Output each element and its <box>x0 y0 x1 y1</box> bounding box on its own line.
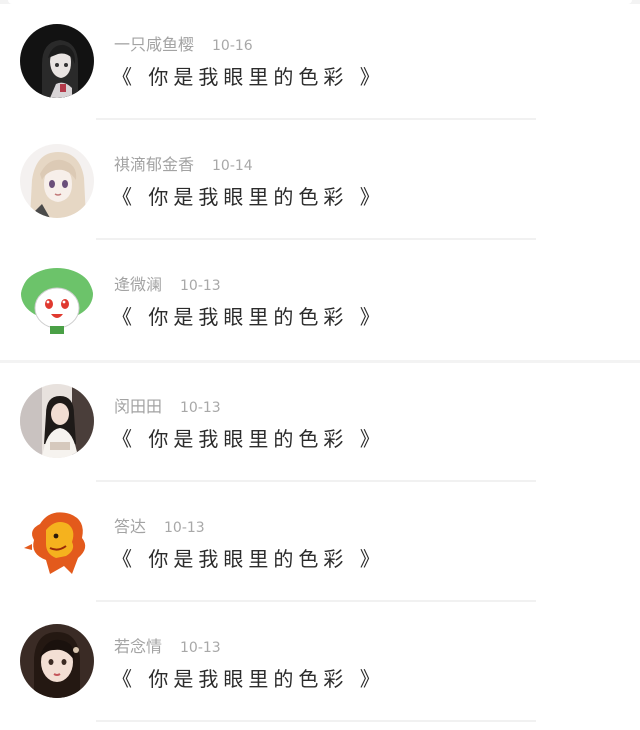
comment-item[interactable]: 闵田田 10-13 《 你是我眼里的色彩 》 <box>0 362 640 482</box>
comment-text: 《 你是我眼里的色彩 》 <box>112 305 385 329</box>
username[interactable]: 闵田田 <box>114 397 162 416</box>
comment-meta: 闵田田 10-13 <box>114 396 221 418</box>
fire-lion-avatar[interactable] <box>20 504 94 578</box>
comment-meta: 逄微澜 10-13 <box>114 274 221 296</box>
anime-girl-blonde-avatar[interactable] <box>20 144 94 218</box>
comment-text: 《 你是我眼里的色彩 》 <box>112 185 385 209</box>
username[interactable]: 若念情 <box>114 637 162 656</box>
comment-date: 10-13 <box>164 520 205 536</box>
comment-text: 《 你是我眼里的色彩 》 <box>112 547 385 571</box>
illustrated-woman-avatar[interactable] <box>20 624 94 698</box>
comment-item[interactable]: 逄微澜 10-13 《 你是我眼里的色彩 》 <box>0 240 640 360</box>
comment-date: 10-13 <box>180 278 221 294</box>
comment-item[interactable]: 答达 10-13 《 你是我眼里的色彩 》 <box>0 482 640 602</box>
comment-text: 《 你是我眼里的色彩 》 <box>112 667 385 691</box>
username[interactable]: 祺滴郁金香 <box>114 155 194 174</box>
comment-list-screen: 一只咸鱼樱 10-16 《 你是我眼里的色彩 》 祺滴郁金香 10-14 《 你… <box>0 0 640 730</box>
username[interactable]: 逄微澜 <box>114 275 162 294</box>
username[interactable]: 答达 <box>114 517 146 536</box>
comment-meta: 答达 10-13 <box>114 516 205 538</box>
woman-photo-avatar[interactable] <box>20 384 94 458</box>
comment-item[interactable]: 若念情 10-13 《 你是我眼里的色彩 》 <box>0 602 640 722</box>
divider <box>96 720 536 722</box>
comment-text: 《 你是我眼里的色彩 》 <box>112 65 385 89</box>
comment-text: 《 你是我眼里的色彩 》 <box>112 427 385 451</box>
comment-date: 10-13 <box>180 640 221 656</box>
comment-date: 10-16 <box>212 38 253 54</box>
comment-date: 10-13 <box>180 400 221 416</box>
green-cartoon-character-avatar[interactable] <box>20 264 94 338</box>
comment-date: 10-14 <box>212 158 253 174</box>
comment-item[interactable]: 祺滴郁金香 10-14 《 你是我眼里的色彩 》 <box>0 120 640 240</box>
comment-meta: 一只咸鱼樱 10-16 <box>114 34 253 56</box>
comment-meta: 祺滴郁金香 10-14 <box>114 154 253 176</box>
username[interactable]: 一只咸鱼樱 <box>114 35 194 54</box>
anime-girl-dark-hair-avatar[interactable] <box>20 24 94 98</box>
comment-item[interactable]: 一只咸鱼樱 10-16 《 你是我眼里的色彩 》 <box>0 0 640 120</box>
comment-meta: 若念情 10-13 <box>114 636 221 658</box>
